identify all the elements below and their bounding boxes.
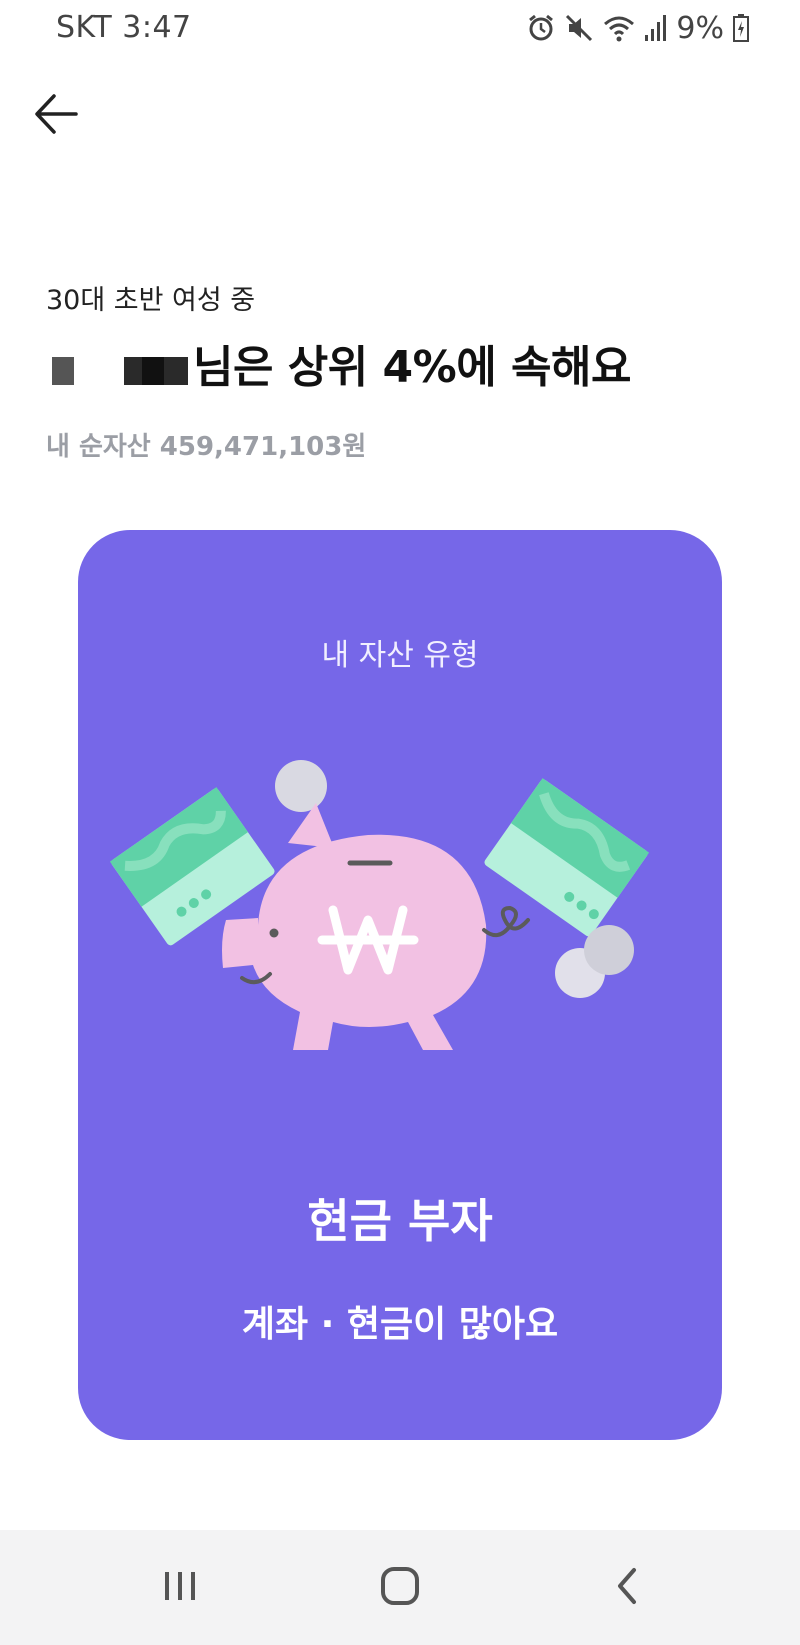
home-button[interactable] [370,1556,430,1616]
asset-type-title: 현금 부자 [307,1194,493,1248]
battery-icon [733,14,749,42]
navigation-bar [0,1530,800,1645]
recent-apps-button[interactable] [150,1556,210,1616]
net-asset-amount: 내 순자산 459,471,103원 [46,432,367,462]
wifi-icon [604,16,635,42]
piggy-bank-illustration [109,760,650,1050]
status-icons: 9% [526,10,750,46]
coin-icon [275,760,327,812]
piggy-bank-icon [222,803,530,1050]
home-icon [381,1567,419,1605]
peer-group-subtitle: 30대 초반 여성 중 [46,285,256,316]
mute-icon [566,14,593,42]
asset-type-label: 내 자산 유형 [321,638,479,673]
back-button[interactable] [28,84,88,144]
back-icon [618,1568,636,1604]
asset-type-card: 내 자산 유형 현금 부자 계좌 · 현금이 많아요 [78,530,722,1440]
rank-headline: 님은 상위 4%에 속해요 [46,330,632,396]
alarm-icon [529,14,554,41]
system-back-button[interactable] [598,1556,658,1616]
banknote-right-icon [484,778,650,937]
rank-headline-text: 님은 상위 4%에 속해요 [193,342,632,393]
carrier-time: SKT 3:47 [56,10,192,45]
battery-percent: 9% [676,10,724,46]
status-bar: SKT 3:47 9% [0,0,800,56]
signal-icon [645,15,667,41]
redacted-user-name [46,335,191,391]
recent-apps-icon [165,1572,195,1600]
asset-type-description: 계좌 · 현금이 많아요 [241,1304,559,1345]
back-arrow-icon [35,94,78,134]
